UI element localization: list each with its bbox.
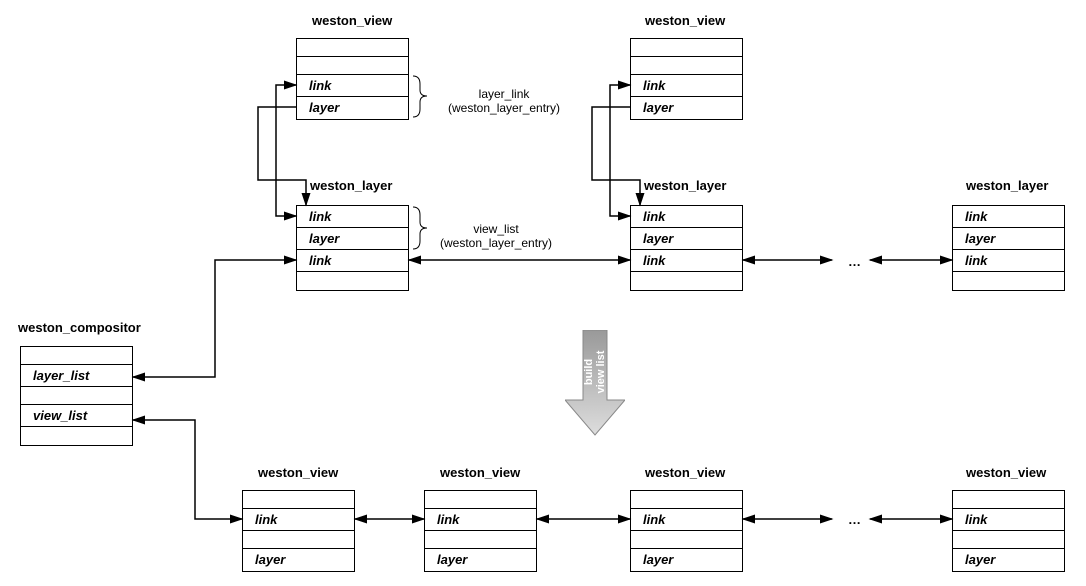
view-top-1-link: link	[297, 75, 408, 97]
build-arrow-label: buildview list	[583, 347, 607, 397]
view-b-3-box: link layer	[630, 490, 743, 572]
view-b-n-box: link layer	[952, 490, 1065, 572]
compositor-row-empty	[21, 347, 132, 365]
view-b-2-box: link layer	[424, 490, 537, 572]
view-top-1-title: weston_view	[312, 13, 392, 28]
layer-1-link-top: link	[297, 206, 408, 228]
layer-n-title: weston_layer	[966, 178, 1048, 193]
view-top-1-box: link layer	[296, 38, 409, 120]
row	[631, 39, 742, 57]
view-b-3-title: weston_view	[645, 465, 725, 480]
row	[631, 491, 742, 509]
view-b-1-layer: layer	[243, 549, 354, 571]
view-b-n-title: weston_view	[966, 465, 1046, 480]
view-b-2-link: link	[425, 509, 536, 531]
view-b-2-title: weston_view	[440, 465, 520, 480]
row	[297, 272, 408, 290]
layer-1-link-bottom: link	[297, 250, 408, 272]
view-b-3-link: link	[631, 509, 742, 531]
row	[243, 531, 354, 549]
row	[297, 39, 408, 57]
view-top-2-link: link	[631, 75, 742, 97]
layer-n-link-bottom: link	[953, 250, 1064, 272]
ellipsis-layers: …	[848, 254, 861, 269]
view-list-note: view_list(weston_layer_entry)	[440, 222, 552, 250]
view-top-1-layer: layer	[297, 97, 408, 119]
layer-n-link-top: link	[953, 206, 1064, 228]
layer-n-layer: layer	[953, 228, 1064, 250]
layer-link-note: layer_link(weston_layer_entry)	[448, 87, 560, 115]
compositor-row-empty2	[21, 387, 132, 405]
view-top-2-box: link layer	[630, 38, 743, 120]
layer-2-link-top: link	[631, 206, 742, 228]
view-b-n-layer: layer	[953, 549, 1064, 571]
layer-1-box: link layer link	[296, 205, 409, 291]
row	[297, 57, 408, 75]
row	[953, 491, 1064, 509]
view-b-1-box: link layer	[242, 490, 355, 572]
view-b-1-link: link	[243, 509, 354, 531]
row	[953, 531, 1064, 549]
view-top-2-title: weston_view	[645, 13, 725, 28]
compositor-box: layer_list view_list	[20, 346, 133, 446]
view-b-3-layer: layer	[631, 549, 742, 571]
layer-2-link-bottom: link	[631, 250, 742, 272]
view-b-n-link: link	[953, 509, 1064, 531]
compositor-layer-list: layer_list	[21, 365, 132, 387]
row	[425, 491, 536, 509]
compositor-row-empty3	[21, 427, 132, 445]
layer-n-box: link layer link	[952, 205, 1065, 291]
row	[243, 491, 354, 509]
compositor-title: weston_compositor	[18, 320, 141, 335]
layer-2-layer: layer	[631, 228, 742, 250]
row	[953, 272, 1064, 290]
layer-2-box: link layer link	[630, 205, 743, 291]
row	[425, 531, 536, 549]
view-top-2-layer: layer	[631, 97, 742, 119]
view-b-2-layer: layer	[425, 549, 536, 571]
row	[631, 57, 742, 75]
layer-1-title: weston_layer	[310, 178, 392, 193]
layer-1-layer: layer	[297, 228, 408, 250]
compositor-view-list: view_list	[21, 405, 132, 427]
ellipsis-views: …	[848, 512, 861, 527]
row	[631, 531, 742, 549]
layer-2-title: weston_layer	[644, 178, 726, 193]
row	[631, 272, 742, 290]
view-b-1-title: weston_view	[258, 465, 338, 480]
